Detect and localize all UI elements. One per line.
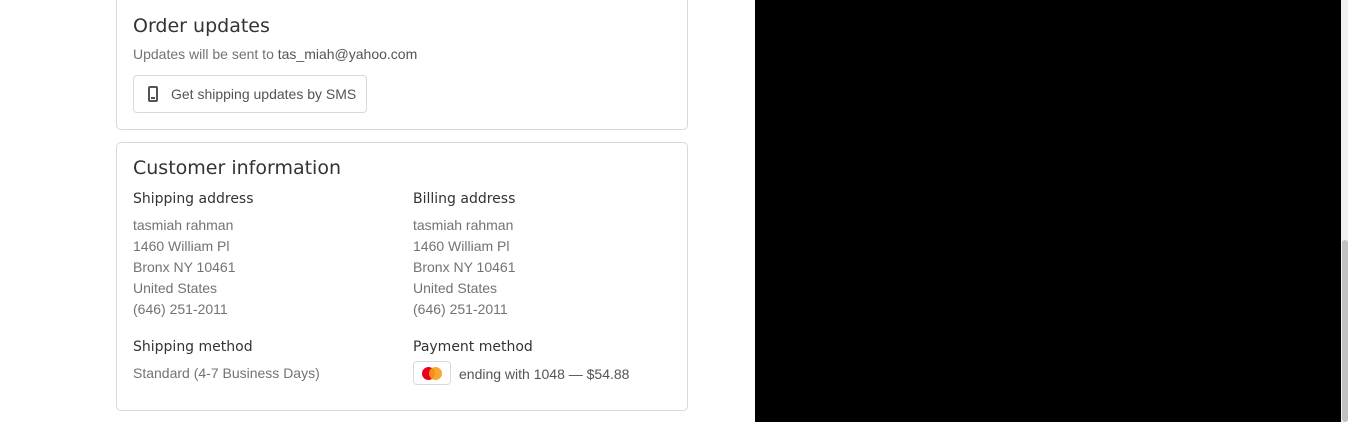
billing-address-heading: Billing address bbox=[413, 191, 516, 207]
shipping-method-heading: Shipping method bbox=[133, 339, 253, 355]
page: Order updates Updates will be sent to ta… bbox=[0, 0, 1348, 422]
billing-address-street: 1460 William Pl bbox=[413, 238, 510, 254]
shipping-address-phone: (646) 251-2011 bbox=[133, 301, 228, 317]
main-content: Order updates Updates will be sent to ta… bbox=[0, 0, 755, 422]
customer-information-title: Customer information bbox=[133, 157, 341, 179]
updates-text: Updates will be sent to tas_miah@yahoo.c… bbox=[133, 46, 417, 62]
shipping-address-heading: Shipping address bbox=[133, 191, 254, 207]
customer-information-card: Customer information Shipping address ta… bbox=[116, 142, 688, 411]
mastercard-orange-circle bbox=[429, 367, 442, 380]
phone-icon bbox=[148, 86, 158, 102]
order-updates-card: Order updates Updates will be sent to ta… bbox=[116, 0, 688, 130]
shipping-address-city: Bronx NY 10461 bbox=[133, 259, 236, 275]
billing-address-city: Bronx NY 10461 bbox=[413, 259, 516, 275]
billing-address-country: United States bbox=[413, 280, 498, 296]
order-updates-title: Order updates bbox=[133, 15, 270, 37]
sms-updates-label: Get shipping updates by SMS bbox=[171, 86, 357, 102]
payment-method-value: ending with 1048 — $54.88 bbox=[459, 366, 630, 382]
updates-text-prefix: Updates will be sent to bbox=[133, 46, 278, 62]
sms-updates-button[interactable]: Get shipping updates by SMS bbox=[133, 75, 367, 113]
billing-address-name: tasmiah rahman bbox=[413, 217, 514, 233]
shipping-address-country: United States bbox=[133, 280, 218, 296]
shipping-address-street: 1460 William Pl bbox=[133, 238, 230, 254]
billing-address-phone: (646) 251-2011 bbox=[413, 301, 508, 317]
updates-email: tas_miah@yahoo.com bbox=[277, 46, 418, 62]
dark-side-panel bbox=[755, 0, 1341, 422]
shipping-address-name: tasmiah rahman bbox=[133, 217, 234, 233]
scrollbar-thumb[interactable] bbox=[1342, 240, 1348, 422]
shipping-method-value: Standard (4-7 Business Days) bbox=[133, 365, 320, 381]
payment-method-heading: Payment method bbox=[413, 339, 533, 355]
mastercard-icon bbox=[413, 361, 451, 385]
